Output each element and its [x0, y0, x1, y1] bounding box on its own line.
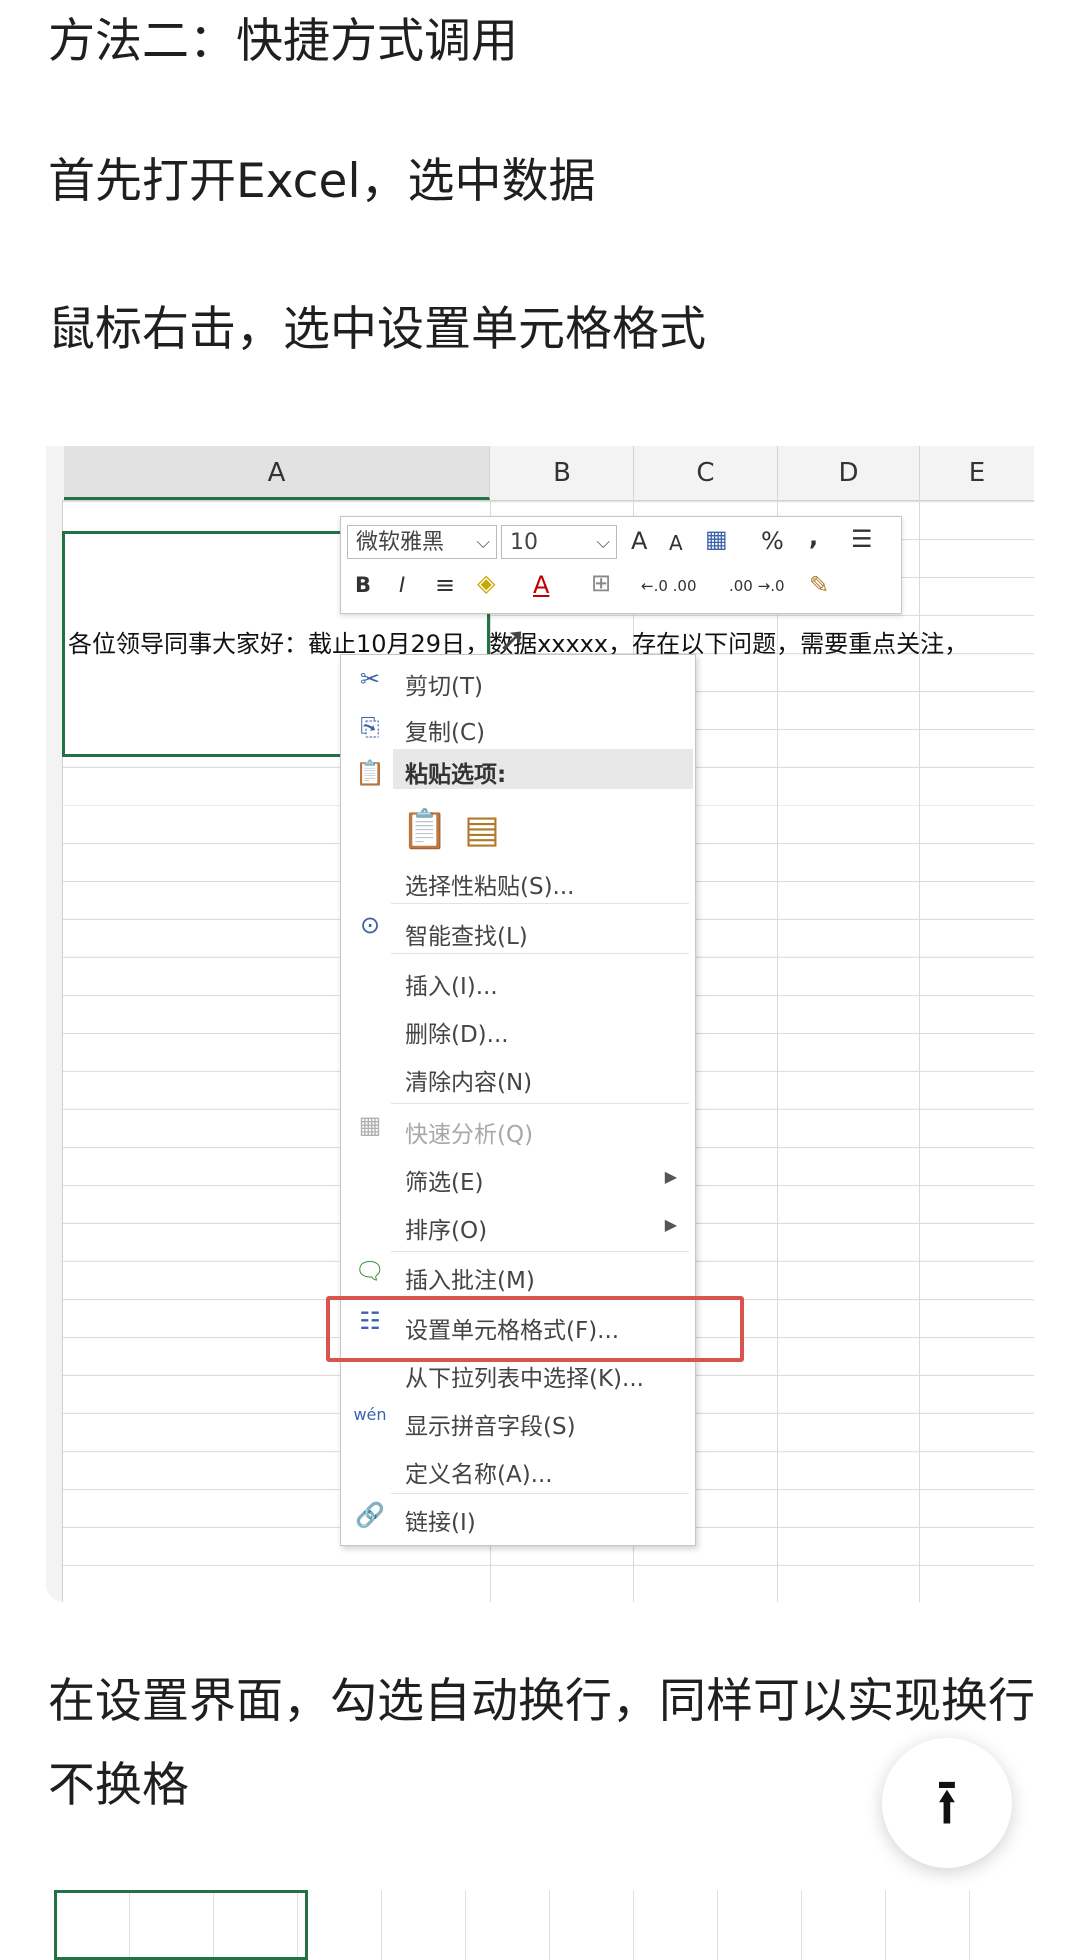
align-icon[interactable]: ≡ — [435, 571, 455, 599]
context-menu: ✂ 剪切(T) ⎘ 复制(C) 📋 粘贴选项: 📋 ▤ 选择性粘贴(S)... … — [340, 654, 696, 1546]
menu-item-link[interactable]: 链接(I) — [405, 1503, 476, 1537]
menu-item-phonetic-field[interactable]: 显示拼音字段(S) — [405, 1407, 576, 1441]
phonetic-icon: wén — [353, 1405, 387, 1424]
excel-screenshot-2 — [46, 1890, 1034, 1960]
comma-button[interactable]: , — [809, 523, 818, 551]
shrink-font-button[interactable]: A — [669, 531, 683, 555]
menu-item-delete[interactable]: 删除(D)... — [405, 1015, 509, 1049]
step-right-click: 鼠标右击，选中设置单元格格式 — [48, 302, 706, 357]
menu-item-define-name[interactable]: 定义名称(A)... — [405, 1455, 553, 1489]
menu-item-insert-comment[interactable]: 插入批注(M) — [405, 1261, 535, 1295]
number-format-icon[interactable]: ▦ — [705, 525, 728, 553]
highlight-box — [326, 1296, 744, 1362]
clipboard-icon: 📋 — [355, 759, 385, 787]
submenu-arrow-icon: ▶ — [664, 1215, 677, 1234]
menu-item-copy[interactable]: 复制(C) — [405, 713, 485, 747]
menu-divider — [391, 903, 689, 904]
font-select[interactable]: 微软雅黑 ⌵ — [347, 525, 497, 559]
copy-icon: ⎘ — [360, 713, 380, 741]
quick-analysis-icon: ▦ — [358, 1111, 382, 1139]
scissors-icon: ✂ — [359, 665, 381, 693]
column-c-header[interactable]: C — [634, 446, 778, 500]
grid-line — [777, 500, 778, 1602]
decrease-decimal-button[interactable]: .00 →.0 — [729, 577, 785, 595]
menu-item-cut[interactable]: 剪切(T) — [405, 667, 483, 701]
column-b-header[interactable]: B — [491, 446, 634, 500]
grid-line — [919, 500, 920, 1602]
arrow-up-icon: ⭱ — [935, 1766, 959, 1840]
percent-button[interactable]: % — [761, 527, 784, 555]
mini-toolbar: 微软雅黑 ⌵ 10 ⌵ A A ▦ % , ☰ B I ≡ ◈ A ⊞ ←.0 .0… — [340, 516, 902, 614]
back-to-top-button[interactable]: ⭱ — [882, 1738, 1012, 1868]
menu-divider — [391, 953, 689, 954]
menu-item-filter[interactable]: 筛选(E) — [405, 1163, 483, 1197]
italic-button[interactable]: I — [399, 573, 405, 597]
selected-cell[interactable] — [54, 1890, 308, 1960]
column-e-header[interactable]: E — [920, 446, 1034, 500]
smart-lookup-icon: ⊙ — [359, 911, 381, 939]
grow-font-button[interactable]: A — [631, 527, 647, 555]
format-icon[interactable]: ☰ — [851, 525, 873, 553]
submenu-arrow-icon: ▶ — [664, 1167, 677, 1186]
link-icon: 🔗 — [355, 1501, 385, 1529]
chevron-down-icon: ⌵ — [596, 532, 610, 553]
menu-item-quick-analysis: 快速分析(Q) — [405, 1122, 534, 1148]
step-open-excel: 首先打开Excel，选中数据 — [48, 154, 596, 209]
column-a-header[interactable]: A — [64, 446, 490, 500]
menu-item-clear-contents[interactable]: 清除内容(N) — [405, 1063, 532, 1097]
font-size-select[interactable]: 10 ⌵ — [501, 525, 617, 559]
menu-item-paste-special[interactable]: 选择性粘贴(S)... — [405, 867, 574, 901]
menu-divider — [391, 1103, 689, 1104]
chevron-down-icon: ⌵ — [476, 532, 490, 553]
paste-values-icon[interactable]: ▤ — [459, 807, 505, 853]
paste-icon[interactable]: 📋 — [401, 807, 448, 853]
heading-method-two: 方法二：快捷方式调用 — [48, 14, 518, 69]
row-header — [46, 500, 63, 1602]
comment-icon: 🗨 — [354, 1257, 386, 1285]
paste-options-header: 粘贴选项: — [393, 749, 693, 789]
menu-item-sort[interactable]: 排序(O) — [405, 1211, 487, 1245]
border-icon[interactable]: ⊞ — [591, 569, 611, 597]
menu-item-smart-lookup[interactable]: 智能查找(L) — [405, 917, 528, 951]
fill-color-icon[interactable]: ◈ — [477, 569, 495, 597]
menu-divider — [391, 1493, 689, 1494]
column-d-header[interactable]: D — [778, 446, 920, 500]
font-color-button[interactable]: A — [533, 571, 549, 599]
increase-decimal-button[interactable]: ←.0 .00 — [641, 577, 697, 595]
format-painter-icon[interactable]: ✎ — [809, 571, 829, 599]
bold-button[interactable]: B — [355, 573, 371, 597]
menu-item-pick-from-list[interactable]: 从下拉列表中选择(K)... — [405, 1359, 644, 1393]
menu-item-insert[interactable]: 插入(I)... — [405, 967, 498, 1001]
excel-screenshot: A B C D E 各位领导同事大家好：截止10月29日，数据xxxxx，存在以… — [46, 428, 1034, 1602]
menu-divider — [391, 1251, 689, 1252]
column-header: A B C D E — [46, 446, 1034, 501]
